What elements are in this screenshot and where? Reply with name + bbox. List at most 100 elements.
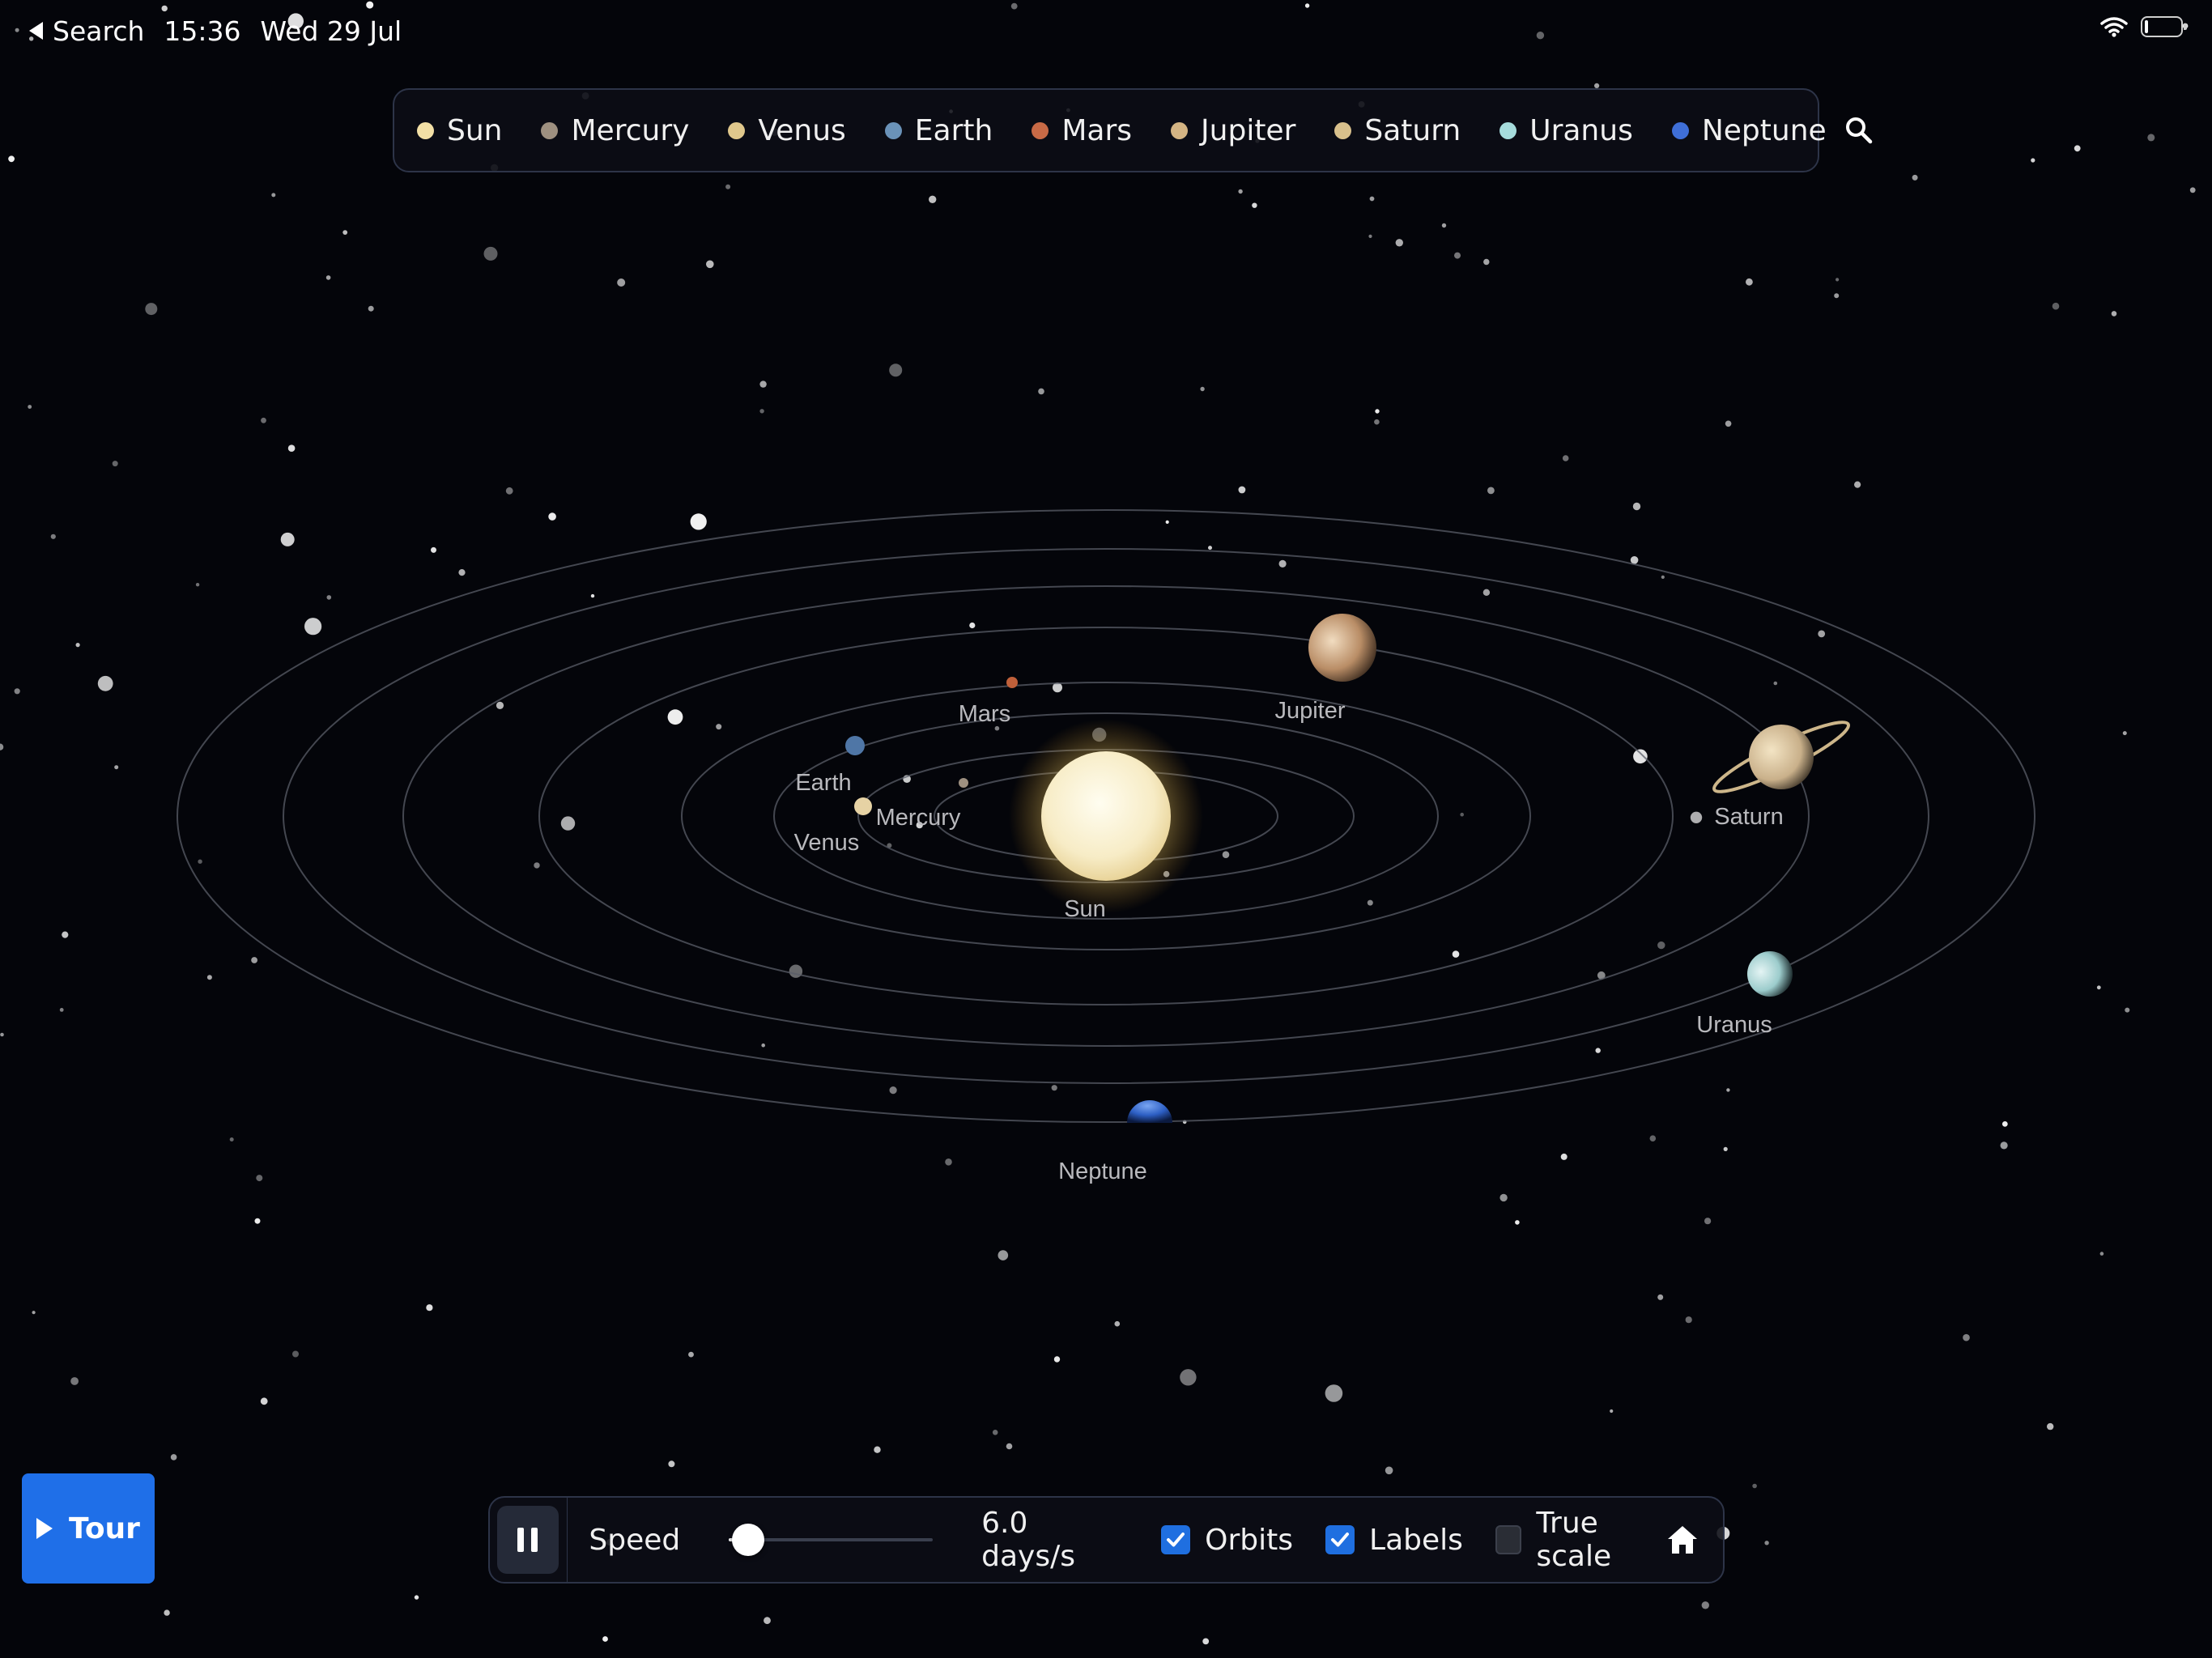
venus-dot-icon	[728, 121, 746, 139]
star	[1222, 851, 1230, 858]
star	[1661, 575, 1665, 580]
label-uranus: Uranus	[1696, 1012, 1772, 1038]
star	[112, 461, 118, 467]
battery-level	[2145, 20, 2148, 33]
star	[1375, 409, 1380, 414]
planet-button-label: Mercury	[571, 113, 690, 147]
planet-button-uranus[interactable]: Uranus	[1499, 90, 1633, 171]
star	[287, 444, 296, 452]
star	[114, 765, 119, 770]
star	[2052, 302, 2060, 310]
planet-button-earth[interactable]: Earth	[884, 90, 993, 171]
star	[70, 1377, 79, 1385]
labels-checkbox[interactable]	[1325, 1525, 1355, 1554]
saturn-body	[1749, 725, 1814, 789]
star	[0, 1032, 4, 1037]
planet-button-mars[interactable]: Mars	[1032, 90, 1132, 171]
planet-button-label: Uranus	[1529, 113, 1633, 147]
search-icon	[1845, 117, 1872, 144]
planet-earth[interactable]	[845, 736, 865, 755]
star	[1773, 681, 1778, 686]
pause-button[interactable]	[497, 1506, 559, 1574]
tour-button-label: Tour	[69, 1511, 140, 1545]
star	[505, 487, 513, 495]
planet-button-label: Earth	[914, 113, 993, 147]
star	[1818, 630, 1826, 638]
star	[1238, 189, 1243, 194]
tour-button[interactable]: Tour	[22, 1473, 155, 1584]
star	[325, 275, 331, 280]
planet-mercury[interactable]	[959, 778, 968, 788]
star	[1010, 2, 1018, 10]
star	[725, 184, 731, 189]
star	[483, 246, 498, 261]
planet-uranus[interactable]	[1747, 951, 1793, 997]
star	[1367, 899, 1373, 906]
star	[2122, 731, 2127, 736]
planet-venus[interactable]	[854, 797, 872, 815]
sun-dot-icon	[417, 121, 434, 139]
star	[15, 28, 19, 32]
mercury-dot-icon	[541, 121, 559, 139]
star	[2099, 1252, 2104, 1256]
star	[1752, 1483, 1757, 1489]
labels-toggle[interactable]: Labels	[1325, 1524, 1463, 1557]
planet-button-venus[interactable]: Venus	[728, 90, 846, 171]
star	[292, 1350, 299, 1358]
star	[271, 193, 276, 198]
star	[1657, 1294, 1664, 1300]
star	[759, 380, 767, 388]
home-button[interactable]	[1666, 1524, 1699, 1555]
orbits-checkbox[interactable]	[1161, 1525, 1191, 1554]
star	[1723, 1146, 1728, 1151]
star	[1325, 1384, 1343, 1402]
label-saturn: Saturn	[1714, 804, 1783, 830]
orbits-toggle[interactable]: Orbits	[1161, 1524, 1293, 1557]
planet-saturn[interactable]	[1708, 712, 1853, 801]
planet-button-sun[interactable]: Sun	[417, 90, 502, 171]
planet-button-neptune[interactable]: Neptune	[1671, 90, 1827, 171]
star	[1114, 1320, 1121, 1327]
label-venus: Venus	[794, 830, 860, 856]
star	[889, 363, 903, 377]
status-date: Wed 29 Jul	[260, 15, 402, 47]
star	[2031, 158, 2035, 163]
star	[1912, 174, 1918, 181]
star	[342, 230, 348, 235]
planet-button-saturn[interactable]: Saturn	[1334, 90, 1461, 171]
planet-mars[interactable]	[1006, 677, 1018, 688]
star	[1482, 589, 1491, 596]
star	[2074, 145, 2081, 152]
star	[2125, 1007, 2130, 1013]
search-button[interactable]	[1844, 90, 1874, 171]
label-jupiter: Jupiter	[1274, 698, 1345, 724]
star	[706, 260, 714, 269]
planet-button-label: Mars	[1061, 113, 1133, 147]
star	[617, 278, 626, 287]
star	[1499, 1193, 1508, 1202]
star	[1726, 1088, 1730, 1092]
star	[145, 303, 158, 316]
star	[1053, 1356, 1061, 1363]
true-scale-checkbox[interactable]	[1495, 1525, 1522, 1554]
speed-slider-knob[interactable]	[732, 1524, 765, 1556]
star	[534, 862, 540, 869]
star	[0, 743, 4, 750]
back-to-app-link[interactable]: Search	[53, 15, 144, 47]
mars-dot-icon	[1032, 121, 1049, 139]
planet-jupiter[interactable]	[1308, 614, 1376, 682]
star	[170, 1454, 177, 1460]
speed-slider[interactable]	[729, 1524, 934, 1556]
planet-neptune[interactable]	[1127, 1100, 1172, 1123]
planet-button-jupiter[interactable]: Jupiter	[1171, 90, 1295, 171]
solar-system-view[interactable]: Sun Mercury Venus Earth Mars Jupiter Sat…	[0, 0, 2212, 1658]
label-mercury: Mercury	[876, 805, 961, 831]
planet-button-mercury[interactable]: Mercury	[541, 90, 689, 171]
star	[164, 1609, 170, 1616]
star	[690, 513, 707, 530]
star	[2047, 1422, 2054, 1431]
sun[interactable]	[1009, 719, 1203, 913]
star	[1483, 258, 1490, 266]
back-arrow-icon[interactable]	[29, 22, 43, 40]
true-scale-toggle[interactable]: True scale	[1495, 1507, 1666, 1573]
